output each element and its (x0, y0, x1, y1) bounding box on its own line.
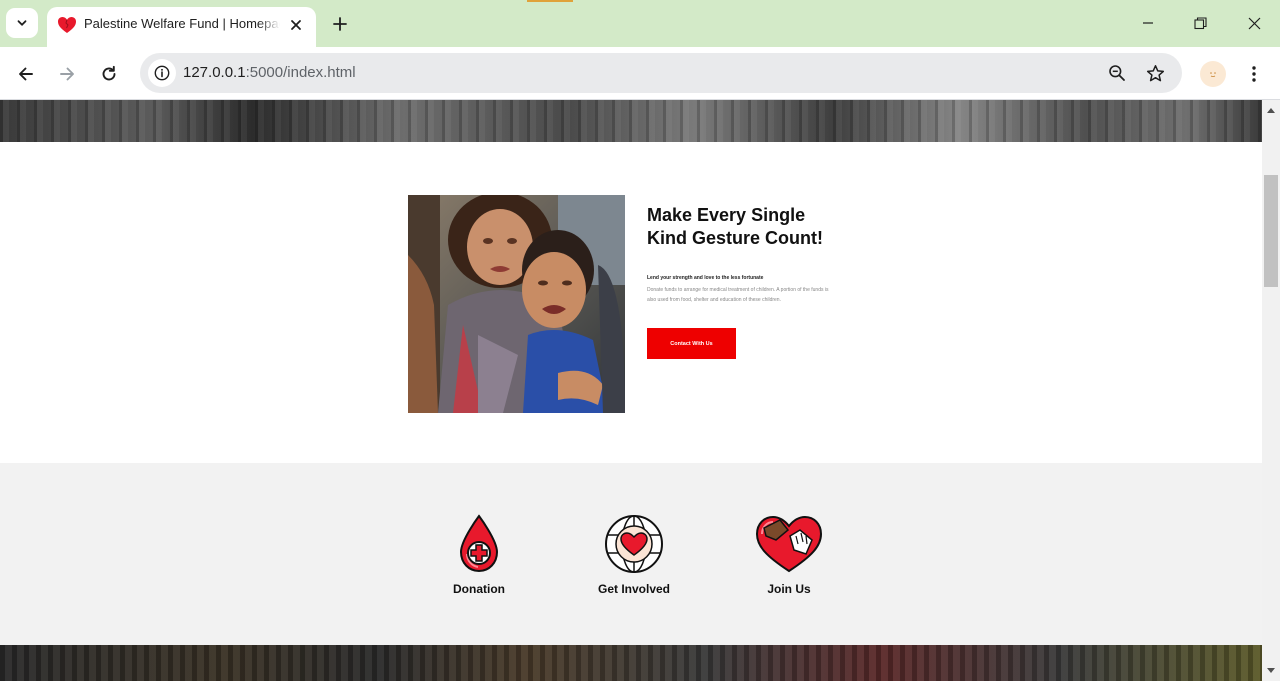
globe-heart-icon (605, 515, 663, 573)
about-section: Make Every Single Kind Gesture Count! Le… (0, 142, 1262, 463)
children-photo (408, 195, 625, 413)
back-button[interactable] (11, 59, 41, 89)
features-section: Donation Get Involved Join Us (0, 463, 1262, 645)
feature-donation[interactable]: Donation (419, 514, 539, 596)
heart-icon (58, 17, 76, 33)
url-host: 127.0.0.1 (183, 64, 246, 81)
zoom-button[interactable] (1105, 61, 1129, 85)
restore-button[interactable] (1185, 8, 1215, 38)
close-tab-button[interactable] (285, 14, 307, 36)
zoom-out-icon (1109, 65, 1125, 81)
restore-icon (1193, 16, 1207, 29)
contact-button[interactable]: Contact With Us (647, 328, 736, 359)
arrow-left-icon (19, 67, 33, 81)
close-icon (1248, 17, 1260, 29)
feature-label: Get Involved (597, 582, 671, 596)
close-icon (291, 20, 301, 30)
reload-icon (102, 65, 116, 81)
triangle-up-icon (1267, 108, 1275, 113)
bookmark-button[interactable] (1143, 61, 1167, 85)
forward-button[interactable] (52, 59, 82, 89)
scroll-thumb[interactable] (1264, 175, 1278, 287)
blood-drop-cross-icon (459, 514, 499, 573)
feature-get-involved[interactable]: Get Involved (574, 514, 694, 596)
children-photo-illustration (408, 195, 625, 413)
page-scrollbar[interactable] (1262, 100, 1280, 681)
tab-title: Palestine Welfare Fund | Homepage (84, 16, 280, 31)
url-text[interactable]: 127.0.0.1:5000/index.html (183, 64, 356, 81)
feature-label: Donation (453, 582, 505, 596)
bottom-image-strip (0, 645, 1262, 681)
about-title: Make Every Single Kind Gesture Count! (647, 205, 823, 248)
star-icon (1146, 64, 1164, 81)
browser-tab[interactable]: Palestine Welfare Fund | Homepage (47, 7, 316, 47)
browser-menu-button[interactable] (1242, 60, 1266, 88)
close-window-button[interactable] (1239, 8, 1269, 38)
about-subtitle: Lend your strength and love to the less … (647, 275, 764, 281)
scroll-down-button[interactable] (1266, 666, 1276, 676)
tab-strip: Palestine Welfare Fund | Homepage (0, 0, 1280, 47)
arrow-right-icon (60, 67, 74, 81)
browser-toolbar: 127.0.0.1:5000/index.html (0, 47, 1280, 100)
new-tab-button[interactable] (326, 10, 354, 38)
chevron-down-icon (17, 20, 27, 26)
feature-label: Join Us (767, 582, 811, 596)
tab-list-button[interactable] (6, 8, 38, 38)
plus-icon (333, 17, 347, 31)
info-icon (154, 65, 170, 81)
triangle-down-icon (1267, 668, 1275, 673)
tab-strip-accent (527, 0, 573, 2)
heart-hands-icon (755, 515, 823, 573)
about-description: Donate funds to arrange for medical trea… (647, 287, 829, 303)
minimize-button[interactable] (1133, 8, 1163, 38)
feature-join-us[interactable]: Join Us (729, 514, 849, 596)
profile-face-icon (1210, 72, 1216, 77)
site-info-button[interactable] (148, 59, 176, 87)
url-path: :5000/index.html (245, 64, 356, 81)
profile-avatar[interactable] (1200, 61, 1226, 87)
hero-image-strip (0, 100, 1262, 142)
address-bar[interactable]: 127.0.0.1:5000/index.html (140, 53, 1182, 93)
kebab-menu-icon (1252, 66, 1256, 82)
page-viewport: Make Every Single Kind Gesture Count! Le… (0, 100, 1262, 681)
minimize-icon (1143, 22, 1153, 24)
reload-button[interactable] (94, 59, 124, 89)
scroll-up-button[interactable] (1266, 105, 1276, 115)
